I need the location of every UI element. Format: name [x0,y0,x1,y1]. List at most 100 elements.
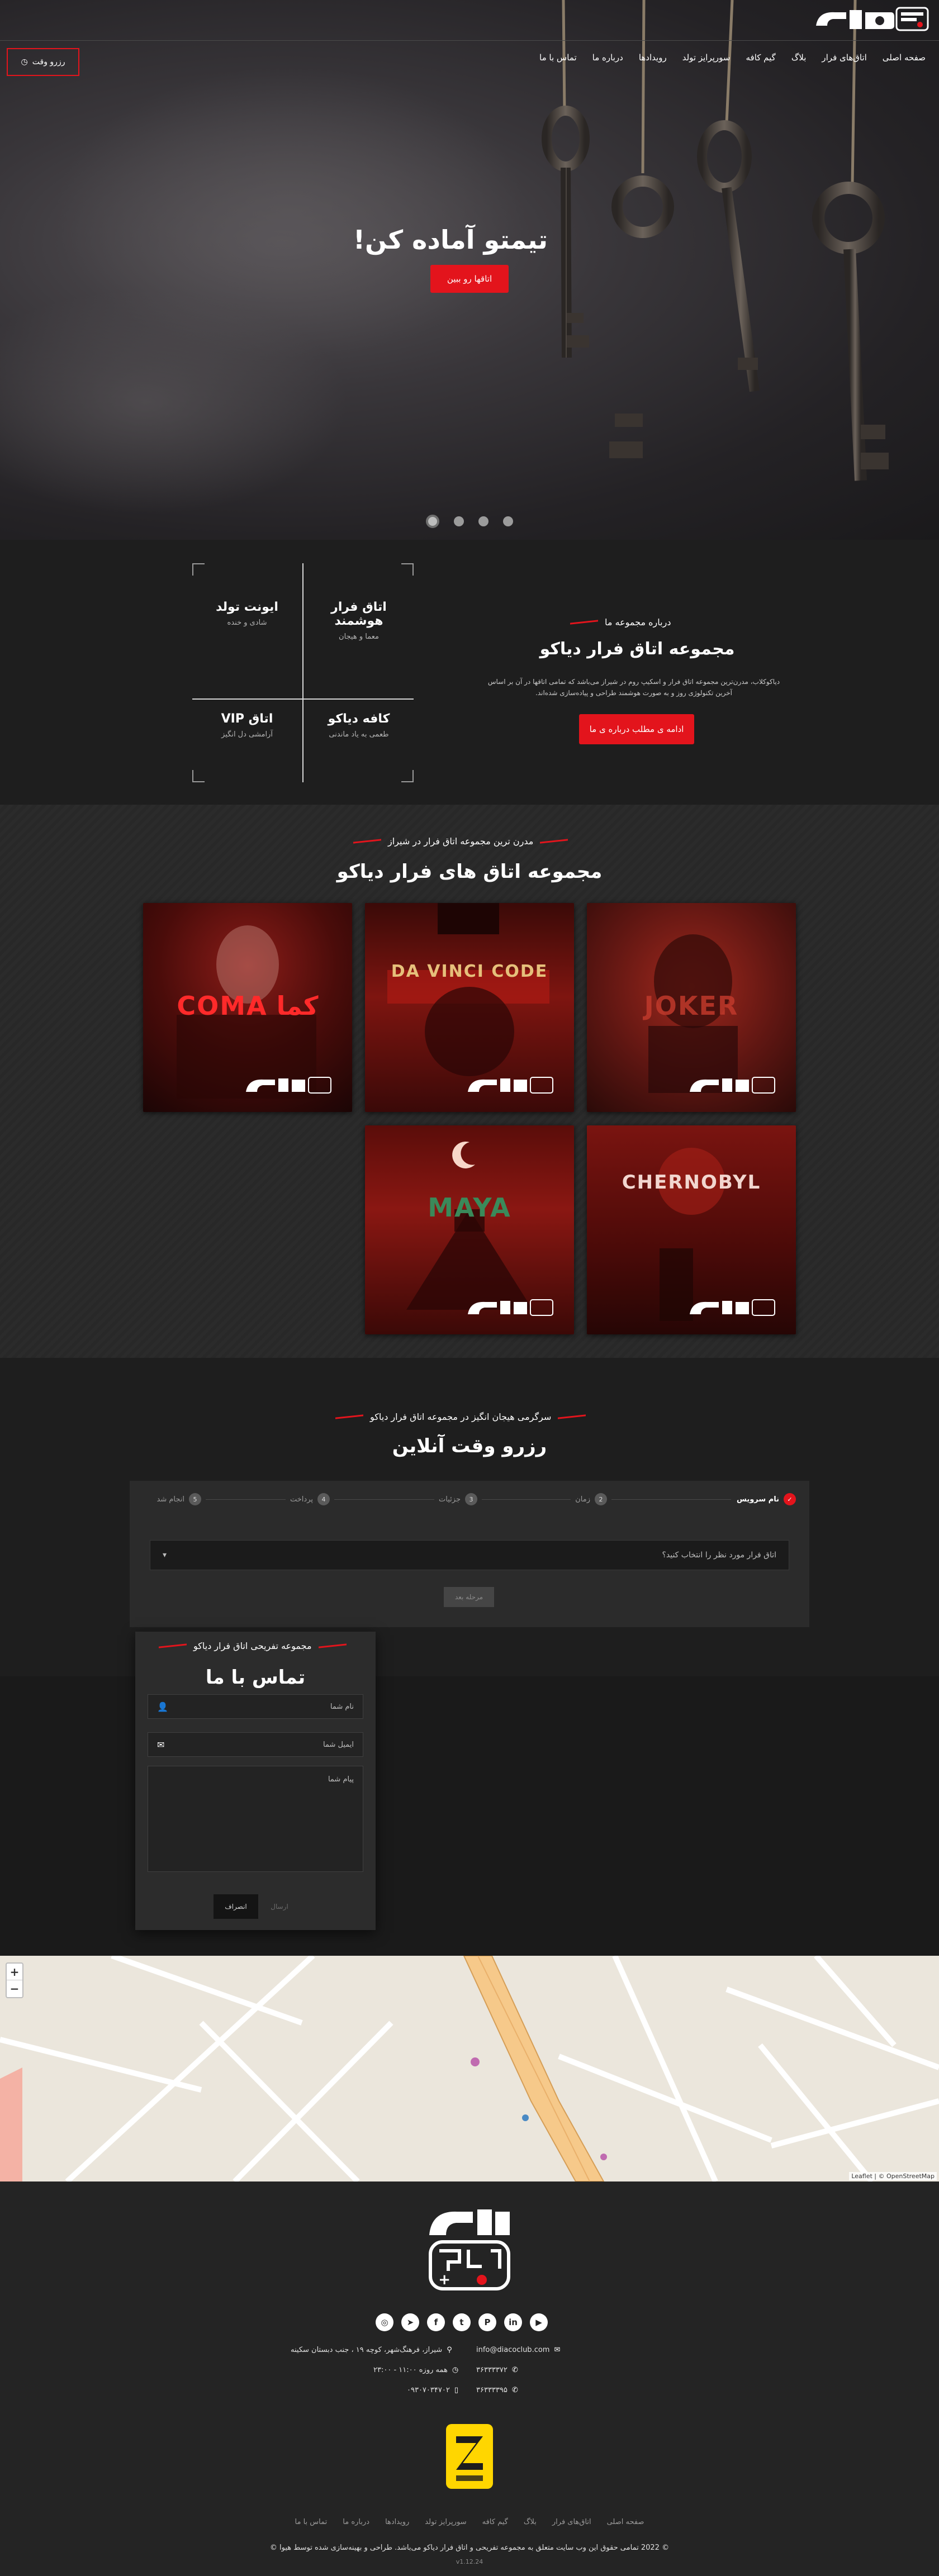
footer-link-birthday[interactable]: سورپرایز تولد [425,2518,466,2526]
feature-title: اتاق فرار هوشمند [331,600,387,628]
room-card-coma[interactable]: کما COMA [143,903,352,1112]
slider-dot[interactable] [503,516,513,526]
name-placeholder: نام شما [330,1702,354,1711]
feature-title: کافه دیاکو [328,712,390,726]
message-field[interactable]: پیام شما [148,1766,363,1872]
step-label: جزئیات [439,1495,461,1504]
room-name: کما COMA [177,991,319,1021]
zoom-in-button[interactable]: + [7,1964,22,1980]
step-details[interactable]: 3 جزئیات [434,1493,482,1505]
diaco-watermark [246,1077,331,1094]
cancel-button[interactable]: انصراف [214,1894,258,1919]
map-attribution[interactable]: Leaflet | © OpenStreetMap [849,2172,937,2180]
frame-corner [401,563,414,576]
footer-hours: ◷ همه روزه ۱۱:۰۰ - ۲۳:۰۰ [373,2366,458,2374]
footer-link-rooms[interactable]: اتاق‌های فرار [552,2518,591,2526]
grid-divider [302,563,303,782]
nav-escape-rooms[interactable]: اتاق‌های فرار [822,53,866,63]
step-label: انجام شد [156,1495,184,1504]
footer-email[interactable]: ✉ info@diacoclub.com [476,2346,560,2354]
booking-widget: ✓ نام سرویس 2 زمان 3 جزئیات 4 پرداخت 5 ا… [130,1481,809,1627]
rooms-label: مدرن ترین مجموعه اتاق فرار در شیراز [353,836,568,847]
step-payment[interactable]: 4 پرداخت [286,1493,334,1505]
room-name: DA VINCI CODE [391,961,548,981]
footer-phone1[interactable]: ✆ ۳۶۳۳۳۳۷۲ [476,2366,518,2374]
feature-subtitle: شادی و خنده [227,619,267,627]
step-time[interactable]: 2 زمان [571,1493,611,1505]
name-field[interactable]: نام شما 👤 [148,1694,363,1719]
address-text: شیراز، فرهنگ‌شهر، کوچه ۱۹ ، جنب دبستان س… [291,2346,443,2354]
envelope-icon: ✉ [554,2346,561,2354]
red-dash [159,1643,187,1648]
nav-home[interactable]: صفحه اصلی [883,53,926,63]
slider-dot[interactable] [454,516,464,526]
facebook-icon[interactable]: f [427,2313,445,2331]
instagram-icon[interactable]: ◎ [376,2313,393,2331]
telegram-icon[interactable]: ➤ [401,2313,419,2331]
footer-mobile[interactable]: ▯ ۰۹۳۰۷۰۳۴۷۰۲ [407,2386,458,2394]
room-name: JOKER [644,991,739,1021]
read-more-about-button[interactable]: ادامه ی مطلب درباره ی ما [579,714,694,744]
diaco-footer-logo[interactable]: + [426,2206,513,2293]
email-field[interactable]: ایمیل شما ✉ [148,1732,363,1757]
room-card-davinci[interactable]: DA VINCI CODE [365,903,574,1112]
room-card-chernobyl[interactable]: CHERNOBYL [587,1125,796,1334]
hero-title: تیمتو آماده کن! [353,225,548,255]
step-service[interactable]: ✓ نام سرویس [732,1493,796,1505]
footer-link-events[interactable]: رویدادها [385,2518,409,2526]
nav-events[interactable]: رویدادها [639,53,667,63]
email-placeholder: ایمیل شما [323,1740,354,1749]
phone-text: ۳۶۳۳۳۳۹۵ [476,2386,508,2394]
reserve-time-button[interactable]: رزرو وقت ◷ [7,48,79,76]
footer-link-contact[interactable]: تماس با ما [295,2518,328,2526]
slider-dots [426,515,513,528]
footer-link-blog[interactable]: بلاگ [524,2518,537,2526]
nav-contact[interactable]: تماس با ما [539,53,577,63]
twitter-icon[interactable]: t [453,2313,471,2331]
phone-icon: ✆ [511,2386,518,2394]
see-rooms-button[interactable]: اتاقها رو ببین [430,265,509,293]
room-select[interactable]: اتاق فرار مورد نظر را انتخاب کنید؟ ▾ [150,1540,789,1570]
nav-game-cafe[interactable]: گیم کافه [746,53,775,63]
diaco-watermark [468,1077,553,1094]
zoom-control: + − [6,1962,23,1998]
select-placeholder: اتاق فرار مورد نظر را انتخاب کنید؟ [662,1551,776,1560]
footer-link-cafe[interactable]: گیم کافه [482,2518,508,2526]
nav-birthday[interactable]: سورپرایز تولد [682,53,731,63]
user-icon: 👤 [157,1701,168,1712]
footer-phone2[interactable]: ✆ ۳۶۳۳۳۳۹۵ [476,2386,518,2394]
feature-title: اتاق VIP [221,712,273,726]
footer-link-home[interactable]: صفحه اصلی [607,2518,644,2526]
booking-steps: ✓ نام سرویس 2 زمان 3 جزئیات 4 پرداخت 5 ا… [130,1491,809,1509]
check-icon: ✓ [784,1493,796,1505]
red-dash [558,1414,586,1419]
step-done[interactable]: 5 انجام شد [156,1493,206,1505]
nav-blog[interactable]: بلاگ [791,53,807,63]
location-map[interactable]: + − Leaflet | © OpenStreetMap [0,1956,939,2181]
red-dash [353,839,381,844]
map-tiles [0,1956,939,2181]
rooms-section: مدرن ترین مجموعه اتاق فرار در شیراز مجمو… [0,805,939,1358]
footer-address: ⚲ شیراز، فرهنگ‌شهر، کوچه ۱۹ ، جنب دبستان… [291,2346,452,2354]
room-card-joker[interactable]: JOKER [587,903,796,1112]
slider-dot[interactable] [426,515,439,528]
reservation-label: سرگرمی هیجان انگیز در مجموعه اتاق فرار د… [335,1411,586,1422]
about-title: مجموعه اتاق فرار دیاکو [539,639,735,659]
zarinpal-badge[interactable] [446,2424,493,2489]
step-number: 4 [317,1493,330,1505]
footer-link-about[interactable]: درباره ما [343,2518,369,2526]
nav-about[interactable]: درباره ما [592,53,623,63]
send-button[interactable]: ارسال [258,1894,301,1919]
diaco-logo[interactable] [813,3,930,35]
youtube-icon[interactable]: ▶ [530,2313,548,2331]
linkedin-icon[interactable]: in [504,2313,522,2331]
next-step-button[interactable]: مرحله بعد [444,1587,494,1607]
zoom-out-button[interactable]: − [7,1980,22,1997]
hours-text: همه روزه ۱۱:۰۰ - ۲۳:۰۰ [373,2366,448,2374]
room-card-maya[interactable]: MAYA [365,1125,574,1334]
mobile-text: ۰۹۳۰۷۰۳۴۷۰۲ [407,2386,450,2394]
site-footer: + ▶ in P t f ➤ ◎ ✉ info@diacoclub.com ⚲ … [0,2181,939,2576]
pinterest-icon[interactable]: P [478,2313,496,2331]
slider-dot[interactable] [478,516,489,526]
feature-vip: اتاق VIP آرامشی دل انگیز [197,712,297,739]
